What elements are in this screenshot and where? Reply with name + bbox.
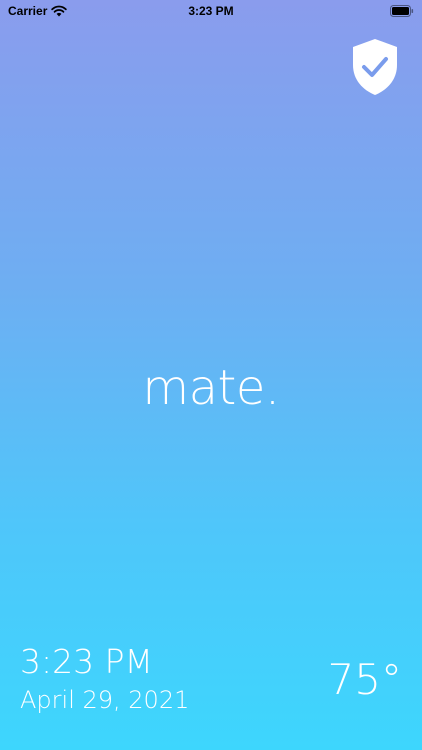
home-screen: Carrier 3:23 PM mate. 3:23 PM April 29, … (0, 0, 422, 750)
app-logo: mate. (142, 360, 280, 416)
status-time: 3:23 PM (188, 4, 234, 18)
temperature-readout: 75° (327, 655, 402, 704)
battery-icon (390, 5, 414, 17)
current-date: April 29, 2021 (20, 686, 190, 714)
current-time: 3:23 PM (20, 642, 153, 681)
status-bar: Carrier 3:23 PM (0, 0, 422, 24)
shield-check-icon[interactable] (350, 38, 400, 96)
